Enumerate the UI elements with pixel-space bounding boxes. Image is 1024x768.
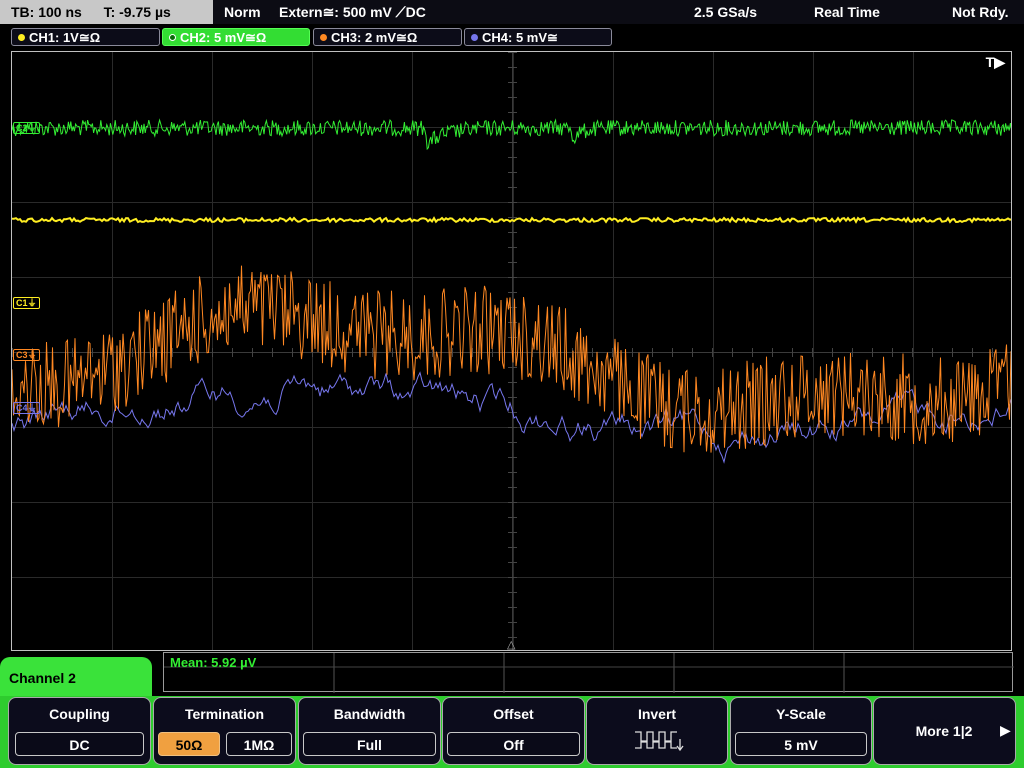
waveform-display[interactable]: T▶ C2⏚ C1⏚ C3⏚ C4⏚ △ bbox=[11, 51, 1012, 651]
ch2-ground-marker[interactable]: C2⏚ bbox=[13, 122, 40, 134]
timebase-box[interactable]: TB: 100 ns T: -9.75 µs bbox=[0, 0, 213, 24]
ch2-dot-icon bbox=[169, 34, 176, 41]
offset-softkey[interactable]: Offset Off bbox=[442, 697, 585, 765]
yscale-title: Y-Scale bbox=[776, 706, 826, 722]
tab-ch2-label: CH2: 5 mV≅Ω bbox=[180, 30, 267, 45]
bandwidth-softkey[interactable]: Bandwidth Full bbox=[298, 697, 441, 765]
trigger-time-readout: T: -9.75 µs bbox=[103, 4, 171, 20]
bandwidth-value[interactable]: Full bbox=[303, 732, 436, 756]
invert-softkey[interactable]: Invert bbox=[586, 697, 728, 765]
mean-measurement: Mean: 5.92 µV bbox=[170, 655, 257, 670]
coupling-title: Coupling bbox=[49, 706, 110, 722]
tab-ch1[interactable]: CH1: 1V≅Ω bbox=[11, 28, 160, 46]
next-page-arrow-icon: ▶ bbox=[1000, 722, 1011, 738]
tab-ch3-label: CH3: 2 mV≅Ω bbox=[331, 30, 418, 45]
trigger-time-arrow-icon: △ bbox=[507, 639, 516, 651]
channel-menu-title: Channel 2 bbox=[9, 670, 76, 686]
trigger-readout[interactable]: Extern≅: 500 mV ⟋DC bbox=[279, 0, 426, 24]
timebase-readout: TB: 100 ns bbox=[11, 4, 82, 20]
termination-title: Termination bbox=[184, 706, 265, 722]
trigger-state: Not Rdy. bbox=[952, 4, 1009, 20]
ch4-dot-icon bbox=[471, 34, 478, 41]
termination-50ohm-option[interactable]: 50Ω bbox=[158, 732, 220, 756]
bandwidth-title: Bandwidth bbox=[333, 706, 406, 722]
ch3-dot-icon bbox=[320, 34, 327, 41]
sample-rate: 2.5 GSa/s bbox=[694, 4, 758, 20]
invert-title: Invert bbox=[637, 706, 677, 722]
measurement-panel: Mean: 5.92 µV bbox=[163, 652, 1014, 693]
offset-title: Offset bbox=[493, 706, 534, 722]
more-softkey[interactable]: More 1|2 ▶ bbox=[873, 697, 1016, 765]
tab-ch1-label: CH1: 1V≅Ω bbox=[29, 30, 101, 45]
termination-1mohm-option[interactable]: 1MΩ bbox=[226, 732, 292, 756]
trigger-position-marker[interactable]: T▶ bbox=[986, 54, 1005, 71]
tab-ch2[interactable]: CH2: 5 mV≅Ω bbox=[162, 28, 310, 46]
yscale-value[interactable]: 5 mV bbox=[735, 732, 867, 756]
ch3-ground-marker[interactable]: C3⏚ bbox=[13, 349, 40, 361]
coupling-softkey[interactable]: Coupling DC bbox=[8, 697, 151, 765]
acquisition-mode[interactable]: Norm bbox=[224, 0, 261, 24]
ch1-dot-icon bbox=[18, 34, 25, 41]
yscale-softkey[interactable]: Y-Scale 5 mV bbox=[730, 697, 872, 765]
offset-value[interactable]: Off bbox=[447, 732, 580, 756]
measurement-grid bbox=[164, 653, 1014, 693]
more-label: More 1|2 bbox=[915, 723, 973, 739]
tab-ch4-label: CH4: 5 mV≅ bbox=[482, 30, 558, 45]
acquisition-realtime: Real Time bbox=[814, 4, 880, 20]
ch4-ground-marker[interactable]: C4⏚ bbox=[13, 402, 40, 414]
tab-ch4[interactable]: CH4: 5 mV≅ bbox=[464, 28, 612, 46]
coupling-value[interactable]: DC bbox=[15, 732, 144, 756]
invert-waveform-icon bbox=[635, 731, 684, 752]
waveform-svg bbox=[12, 52, 1011, 650]
tab-ch3[interactable]: CH3: 2 mV≅Ω bbox=[313, 28, 462, 46]
termination-softkey[interactable]: Termination 50Ω 1MΩ bbox=[153, 697, 296, 765]
ch1-ground-marker[interactable]: C1⏚ bbox=[13, 297, 40, 309]
